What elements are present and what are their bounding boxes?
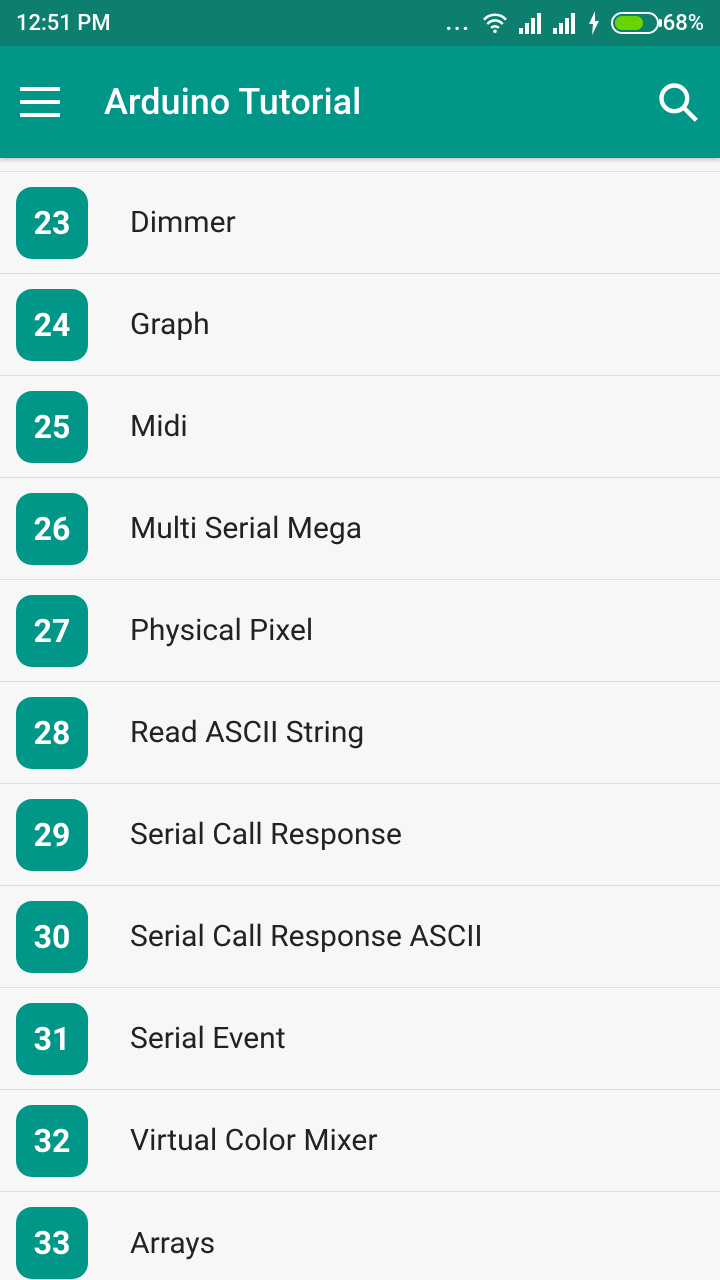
status-time: 12:51 PM	[16, 11, 111, 36]
item-title: Virtual Color Mixer	[130, 1123, 378, 1158]
status-bar: 12:51 PM ... 68%	[0, 0, 720, 46]
list-item[interactable]: 26 Multi Serial Mega	[0, 478, 720, 580]
app-bar: Arduino Tutorial	[0, 46, 720, 158]
item-title: Graph	[130, 307, 210, 342]
list-item[interactable]: 32 Virtual Color Mixer	[0, 1090, 720, 1192]
item-title: Read ASCII String	[130, 715, 364, 750]
app-title: Arduino Tutorial	[104, 81, 612, 123]
list-item[interactable]: 27 Physical Pixel	[0, 580, 720, 682]
item-number-badge: 28	[16, 697, 88, 769]
battery-icon	[611, 12, 659, 34]
menu-icon[interactable]	[20, 87, 60, 117]
item-number-badge: 24	[16, 289, 88, 361]
item-title: Serial Event	[130, 1021, 286, 1056]
item-number-badge: 31	[16, 1003, 88, 1075]
wifi-icon	[481, 12, 509, 34]
list-item[interactable]: 28 Read ASCII String	[0, 682, 720, 784]
item-number-badge: 25	[16, 391, 88, 463]
item-title: Physical Pixel	[130, 613, 313, 648]
charging-icon	[587, 11, 601, 35]
item-number-badge: 33	[16, 1207, 88, 1279]
item-title: Dimmer	[130, 205, 236, 240]
list-item[interactable]: 33 Arrays	[0, 1192, 720, 1280]
item-title: Multi Serial Mega	[130, 511, 362, 546]
tutorial-list[interactable]: 23 Dimmer 24 Graph 25 Midi 26 Multi Seri…	[0, 158, 720, 1280]
battery-percent: 68%	[663, 11, 704, 36]
item-title: Serial Call Response	[130, 817, 402, 852]
search-icon[interactable]	[656, 80, 700, 124]
list-item[interactable]: 24 Graph	[0, 274, 720, 376]
item-number-badge: 27	[16, 595, 88, 667]
battery-indicator: 68%	[611, 11, 704, 36]
item-number-badge: 32	[16, 1105, 88, 1177]
status-right: ... 68%	[446, 11, 704, 36]
item-number-badge: 26	[16, 493, 88, 565]
list-item[interactable]: 29 Serial Call Response	[0, 784, 720, 886]
signal-icon-2	[553, 12, 577, 34]
item-number-badge: 29	[16, 799, 88, 871]
list-item[interactable]: 25 Midi	[0, 376, 720, 478]
item-title: Midi	[130, 409, 188, 444]
list-item[interactable]: 30 Serial Call Response ASCII	[0, 886, 720, 988]
signal-icon-1	[519, 12, 543, 34]
item-title: Arrays	[130, 1226, 215, 1261]
list-item[interactable]: 31 Serial Event	[0, 988, 720, 1090]
item-title: Serial Call Response ASCII	[130, 919, 483, 954]
item-number-badge: 30	[16, 901, 88, 973]
list-item[interactable]: 23 Dimmer	[0, 172, 720, 274]
list-partial-top	[0, 158, 720, 172]
item-number-badge: 23	[16, 187, 88, 259]
more-icon: ...	[446, 11, 471, 36]
